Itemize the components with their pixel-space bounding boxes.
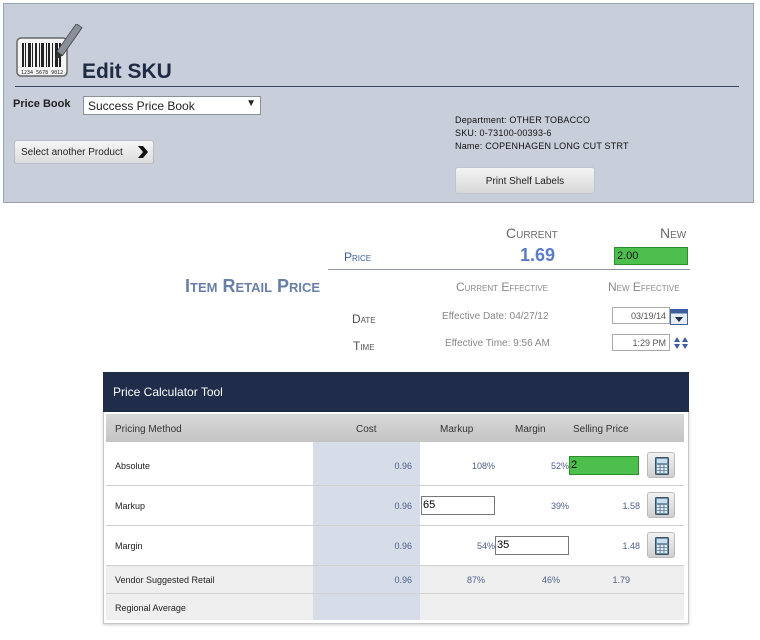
row-method-label: Absolute bbox=[115, 461, 151, 471]
calculator-icon bbox=[655, 537, 669, 555]
row-markup: 54% bbox=[476, 541, 495, 551]
row-cost: 0.96 bbox=[394, 461, 412, 471]
department-text: Department: OTHER TOBACCO bbox=[455, 115, 591, 125]
calculator-icon bbox=[655, 497, 669, 515]
col-selling-price: Selling Price bbox=[573, 424, 629, 435]
dropdown-arrow-icon: ▼ bbox=[246, 98, 256, 109]
sku-text: SKU: 0-73100-00393-6 bbox=[455, 128, 552, 138]
markup-calculate-button[interactable] bbox=[647, 492, 675, 518]
select-product-label: Select another Product bbox=[21, 147, 123, 158]
calculator-column-headers: Pricing Method Cost Markup Margin Sellin… bbox=[106, 414, 684, 442]
row-margin: 52% bbox=[550, 461, 569, 471]
date-label: Date bbox=[352, 312, 376, 326]
barcode-digits: 1234 5678 9012 bbox=[21, 70, 63, 76]
row-divider bbox=[106, 525, 684, 526]
row-markup: 87% bbox=[466, 575, 485, 585]
product-name-text: Name: COPENHAGEN LONG CUT STRT bbox=[455, 141, 629, 151]
price-divider bbox=[328, 269, 690, 270]
title-divider bbox=[15, 86, 739, 87]
price-book-select[interactable]: Success Price Book ▼ bbox=[83, 96, 261, 115]
current-price-value: 1.69 bbox=[520, 245, 556, 265]
price-label: Price bbox=[344, 250, 372, 264]
col-markup: Markup bbox=[440, 424, 474, 435]
time-label: Time bbox=[353, 339, 375, 353]
margin-calculate-button[interactable] bbox=[647, 532, 675, 558]
row-cost: 0.96 bbox=[394, 575, 412, 585]
price-calculator-header: Price Calculator Tool bbox=[103, 372, 689, 412]
new-price-input[interactable]: 2.00 bbox=[614, 247, 688, 265]
row-selling-price: 1.79 bbox=[612, 575, 630, 585]
row-selling-price: 1.58 bbox=[622, 501, 640, 511]
row-markup: 108% bbox=[471, 461, 495, 471]
row-margin: 39% bbox=[550, 501, 569, 511]
row-divider bbox=[106, 485, 684, 486]
row-method-label: Margin bbox=[115, 541, 143, 551]
col-cost: Cost bbox=[356, 424, 377, 435]
margin-input[interactable]: 35 bbox=[495, 536, 569, 555]
price-book-label: Price Book bbox=[13, 98, 71, 110]
row-margin: 46% bbox=[541, 575, 560, 585]
markup-input[interactable]: 65 bbox=[421, 496, 495, 515]
chevron-right-icon bbox=[138, 146, 148, 158]
current-effective-header: Current Effective bbox=[456, 280, 549, 294]
row-method-label: Regional Average bbox=[115, 603, 186, 613]
col-pricing-method: Pricing Method bbox=[115, 424, 182, 435]
time-spinner-icon[interactable] bbox=[671, 336, 689, 350]
new-column-header: New bbox=[660, 225, 687, 241]
cost-cell-bg bbox=[313, 594, 420, 620]
calculator-icon bbox=[655, 457, 669, 475]
new-time-input[interactable]: 1:29 PM bbox=[612, 334, 670, 351]
new-effective-header: New Effective bbox=[608, 280, 680, 294]
row-selling-price: 1.48 bbox=[622, 541, 640, 551]
print-shelf-labels-button[interactable]: Print Shelf Labels bbox=[455, 167, 595, 194]
row-method-label: Markup bbox=[115, 501, 146, 511]
new-date-input[interactable]: 03/19/14 bbox=[612, 307, 670, 324]
row-method-label: Vendor Suggested Retail bbox=[115, 575, 215, 585]
absolute-selling-price-input[interactable]: 2 bbox=[569, 456, 639, 475]
col-margin: Margin bbox=[515, 424, 546, 435]
effective-time-text: Effective Time: 9:56 AM bbox=[445, 338, 550, 349]
row-cost: 0.96 bbox=[394, 501, 412, 511]
absolute-calculate-button[interactable] bbox=[647, 452, 675, 478]
item-retail-price-title: Item Retail Price bbox=[185, 276, 321, 296]
barcode-icon: 1234 5678 9012 bbox=[15, 23, 83, 80]
current-column-header: Current bbox=[506, 225, 558, 241]
select-another-product-button[interactable]: Select another Product bbox=[14, 140, 154, 164]
calendar-icon[interactable] bbox=[670, 309, 688, 325]
price-book-value: Success Price Book bbox=[88, 99, 195, 113]
row-cost: 0.96 bbox=[394, 541, 412, 551]
effective-date-text: Effective Date: 04/27/12 bbox=[442, 311, 549, 322]
page-title: Edit SKU bbox=[82, 60, 172, 83]
